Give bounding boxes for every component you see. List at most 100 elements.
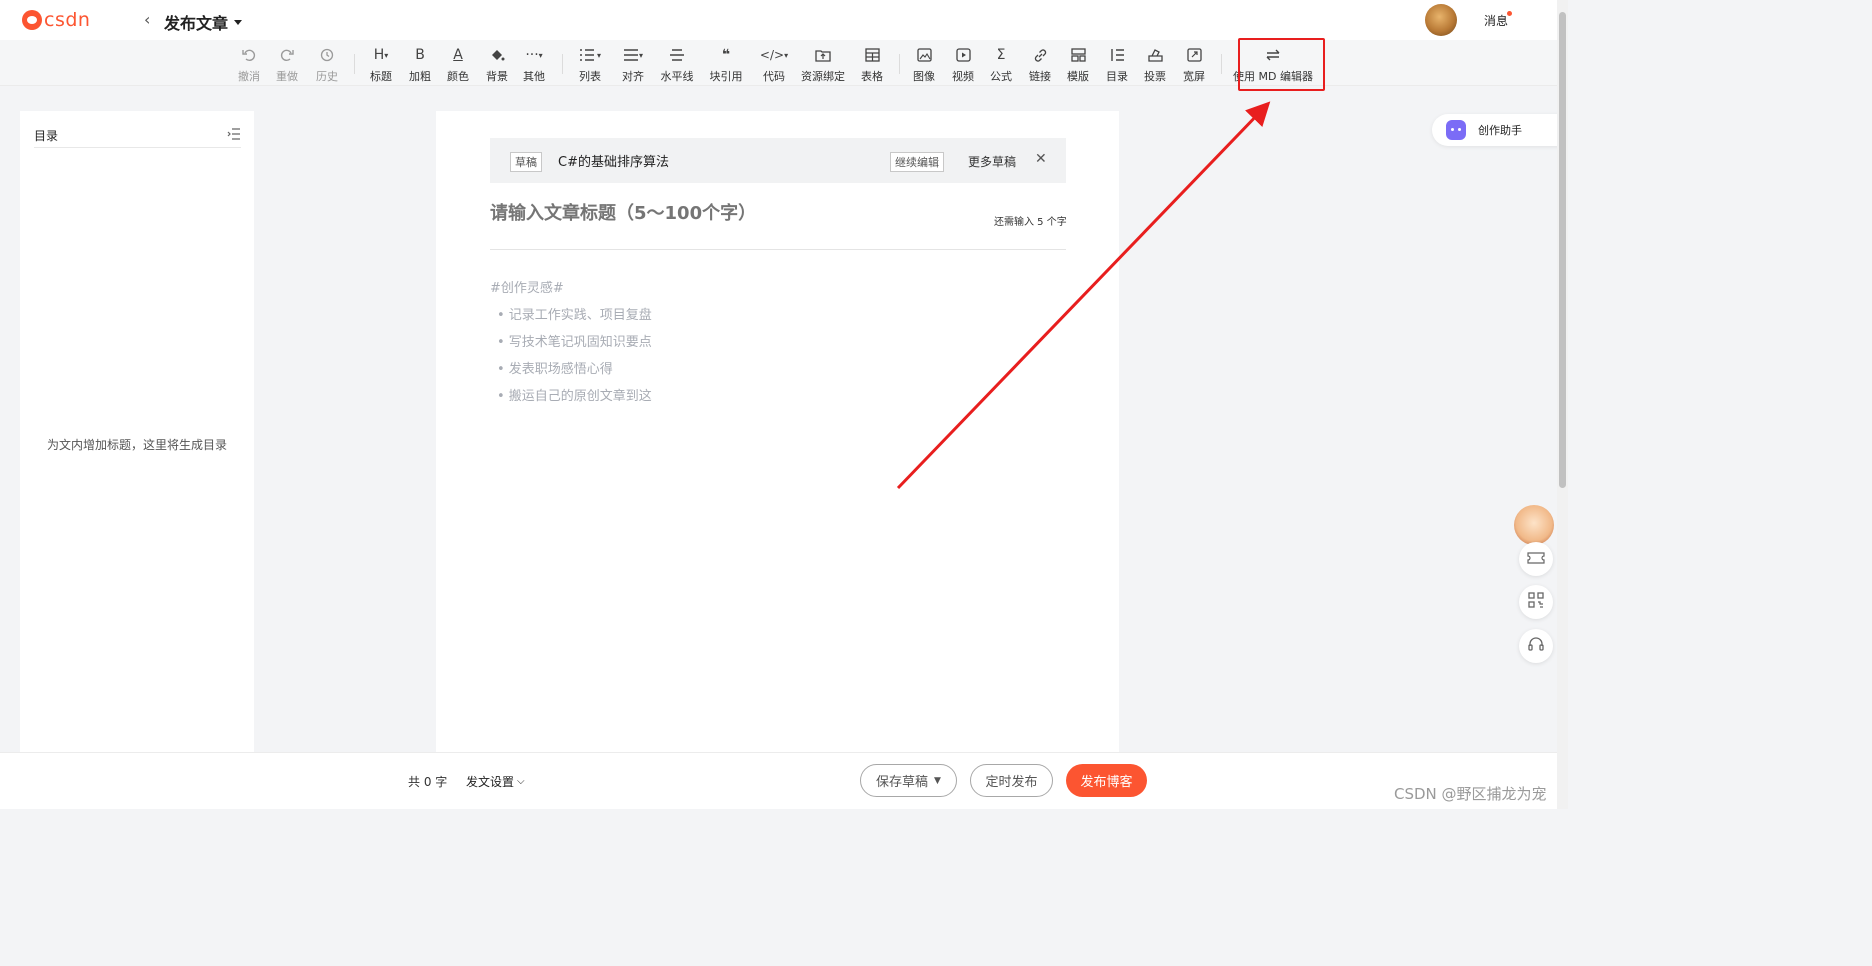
video-icon (955, 44, 971, 66)
redo-button[interactable]: 重做 (267, 44, 307, 84)
editor-toolbar: 撤消 重做 历史 H ▾ 标题 B 加粗 A 颜色 背景 ··· ▾ 其他 ▾ 列表… (0, 40, 1568, 86)
image-icon (916, 44, 932, 66)
post-settings-label: 发文设置 (466, 775, 515, 789)
notification-dot (1507, 11, 1512, 16)
toc-empty-hint: 为文内增加标题，这里将生成目录 (46, 438, 227, 452)
logo-text: csdn (44, 9, 91, 31)
formula-button[interactable]: Σ 公式 (981, 44, 1021, 84)
qrcode-icon (1528, 592, 1544, 612)
robot-icon (1446, 120, 1466, 140)
word-count: 共 0 字 (408, 775, 448, 789)
vote-icon (1147, 44, 1163, 66)
heading-button[interactable]: H ▾ 标题 (361, 44, 401, 84)
color-button[interactable]: A 颜色 (438, 44, 478, 84)
template-icon (1070, 44, 1086, 66)
list-item: • 搬运自己的原创文章到这 (497, 389, 652, 404)
list-icon: ▾ (579, 44, 601, 66)
draft-bar: 草稿 C#的基础排序算法 继续编辑 更多草稿 ✕ (490, 138, 1066, 183)
customer-service-button[interactable] (1519, 629, 1553, 663)
toc-button[interactable]: 目录 (1097, 44, 1137, 84)
avatar[interactable] (1425, 4, 1457, 36)
heading-icon: H ▾ (373, 47, 389, 63)
draft-badge: 草稿 (510, 152, 542, 172)
align-icon: ▾ (623, 44, 643, 66)
template-button[interactable]: 模版 (1058, 44, 1098, 84)
csdn-logo[interactable]: csdn (22, 9, 90, 31)
article-title-input[interactable] (490, 203, 940, 224)
horizontal-rule-icon (669, 44, 685, 66)
font-color-icon: A (453, 47, 463, 63)
code-icon: </> ▾ (759, 48, 789, 62)
publish-button[interactable]: 发布博客 (1066, 764, 1147, 797)
toolbar-divider (354, 54, 355, 74)
switch-arrows-icon (1265, 44, 1281, 66)
toolbar-divider (899, 54, 900, 74)
top-header: csdn ‹ 发布文章 消息 (0, 0, 1568, 40)
align-button[interactable]: ▾ 对齐 (613, 44, 653, 84)
other-button[interactable]: ··· ▾ 其他 (514, 44, 554, 84)
chevron-down-icon: ⌵ (517, 776, 525, 787)
qrcode-button[interactable] (1519, 585, 1553, 619)
history-button[interactable]: 历史 (307, 44, 347, 84)
link-button[interactable]: 链接 (1020, 44, 1060, 84)
toolbar-divider (1221, 54, 1222, 74)
schedule-publish-button[interactable]: 定时发布 (970, 764, 1053, 797)
list-button[interactable]: ▾ 列表 (570, 44, 610, 84)
creation-assistant-button[interactable]: 创作助手 (1432, 114, 1562, 146)
bold-button[interactable]: B 加粗 (400, 44, 440, 84)
caret-down-icon (234, 19, 243, 25)
video-button[interactable]: 视频 (943, 44, 983, 84)
paint-bucket-icon (489, 44, 505, 66)
save-draft-button[interactable]: 保存草稿 ▼ (860, 764, 957, 797)
undo-icon (241, 44, 257, 66)
back-arrow-icon[interactable]: ‹ (144, 10, 150, 29)
more-dots-icon: ··· ▾ (525, 47, 543, 63)
continue-editing-button[interactable]: 继续编辑 (890, 152, 944, 172)
content-editor[interactable]: #创作灵感# • 记录工作实践、项目复盘 • 写技术笔记巩固知识要点 • 发表职… (490, 275, 652, 410)
coupon-button[interactable] (1519, 542, 1553, 576)
csdn-logo-icon (22, 10, 42, 30)
close-icon[interactable]: ✕ (1035, 151, 1047, 167)
toolbar-divider (562, 54, 563, 74)
page-title-dropdown[interactable]: 发布文章 (164, 10, 243, 34)
toc-header: 目录 (34, 125, 241, 148)
inspiration-heading: #创作灵感# (490, 281, 564, 296)
resource-bind-button[interactable]: 资源绑定 (801, 44, 845, 84)
code-button[interactable]: </> ▾ 代码 (754, 44, 794, 84)
more-drafts-link[interactable]: 更多草稿 (968, 153, 1016, 170)
quote-icon: ❝ (721, 47, 731, 63)
background-button[interactable]: 背景 (477, 44, 517, 84)
title-divider (490, 249, 1066, 250)
toc-icon (1110, 44, 1125, 66)
editor-area: 草稿 C#的基础排序算法 继续编辑 更多草稿 ✕ 还需输入 5 个字 #创作灵感… (436, 111, 1119, 752)
table-button[interactable]: 表格 (852, 44, 892, 84)
history-icon (319, 44, 335, 66)
watermark: CSDN @野区捕龙为宠 (1394, 785, 1547, 803)
list-item: • 发表职场感悟心得 (497, 362, 613, 377)
sigma-icon: Σ (996, 47, 1006, 63)
vertical-scrollbar[interactable] (1557, 0, 1568, 809)
redo-icon (279, 44, 295, 66)
vote-button[interactable]: 投票 (1135, 44, 1175, 84)
page-title: 发布文章 (164, 14, 229, 33)
horizontal-rule-button[interactable]: 水平线 (657, 44, 697, 84)
list-item: • 记录工作实践、项目复盘 (497, 308, 652, 323)
messages-link[interactable]: 消息 (1484, 12, 1508, 29)
post-settings-dropdown[interactable]: 发文设置 ⌵ (466, 773, 525, 790)
scrollbar-thumb[interactable] (1559, 12, 1566, 488)
undo-button[interactable]: 撤消 (229, 44, 269, 84)
coupon-icon (1527, 550, 1545, 569)
collapse-toc-icon[interactable] (227, 125, 241, 144)
list-item: • 写技术笔记巩固知识要点 (497, 335, 652, 350)
folder-upload-icon (815, 44, 831, 66)
mascot-avatar[interactable] (1514, 505, 1554, 545)
assistant-label: 创作助手 (1478, 124, 1522, 137)
widescreen-button[interactable]: 宽屏 (1174, 44, 1214, 84)
use-md-editor-button[interactable]: 使用 MD 编辑器 (1233, 44, 1313, 84)
blockquote-button[interactable]: ❝ 块引用 (706, 44, 746, 84)
caret-down-icon: ▼ (934, 775, 941, 786)
remaining-chars-hint: 还需输入 5 个字 (994, 217, 1067, 228)
image-button[interactable]: 图像 (904, 44, 944, 84)
toc-title: 目录 (34, 129, 59, 143)
bottom-bar: 共 0 字 发文设置 ⌵ 保存草稿 ▼ 定时发布 发布博客 (0, 752, 1557, 809)
